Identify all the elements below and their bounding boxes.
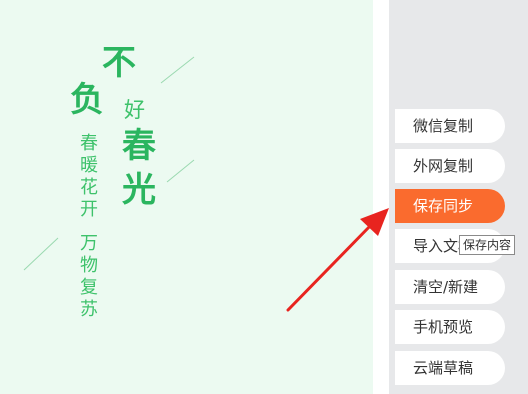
poster-col2-char: 物 <box>80 255 98 276</box>
poster-col1-char: 暖 <box>80 155 98 176</box>
mobile-preview-button[interactable]: 手机预览 <box>395 310 505 344</box>
poster-col2-char: 苏 <box>80 299 98 320</box>
cloud-draft-button[interactable]: 云端草稿 <box>395 351 505 385</box>
deco-line-2 <box>166 159 195 183</box>
save-content-tooltip: 保存内容 <box>459 235 516 255</box>
poster-col1-char: 春 <box>80 133 98 154</box>
save-sync-button[interactable]: 保存同步 <box>395 189 505 223</box>
poster-column-chunnuanhuakai: 春 暖 花 开 <box>80 133 98 221</box>
external-copy-button[interactable]: 外网复制 <box>395 149 505 183</box>
editor-canvas: 不 负 好 春 光 春 暖 花 开 万 物 复 苏 <box>0 0 373 394</box>
poster-char-bu: 不 <box>102 43 136 83</box>
deco-line-1 <box>160 56 195 84</box>
panel-divider <box>373 0 389 394</box>
poster-col2-char: 复 <box>80 277 98 298</box>
poster-char-chun: 春 <box>122 126 156 166</box>
poster-char-fu: 负 <box>70 80 104 120</box>
poster-col1-char: 开 <box>80 199 98 220</box>
poster-decoration-lines <box>23 56 195 271</box>
poster-col2-char: 万 <box>80 233 98 254</box>
wechat-copy-button[interactable]: 微信复制 <box>395 109 505 143</box>
clear-new-button[interactable]: 清空/新建 <box>395 270 505 304</box>
deco-line-3 <box>23 237 59 271</box>
poster-col1-char: 花 <box>80 177 98 198</box>
poster-char-hao: 好 <box>124 98 145 122</box>
poster-column-wanwufusu: 万 物 复 苏 <box>80 233 98 321</box>
poster-char-guang: 光 <box>122 170 156 210</box>
